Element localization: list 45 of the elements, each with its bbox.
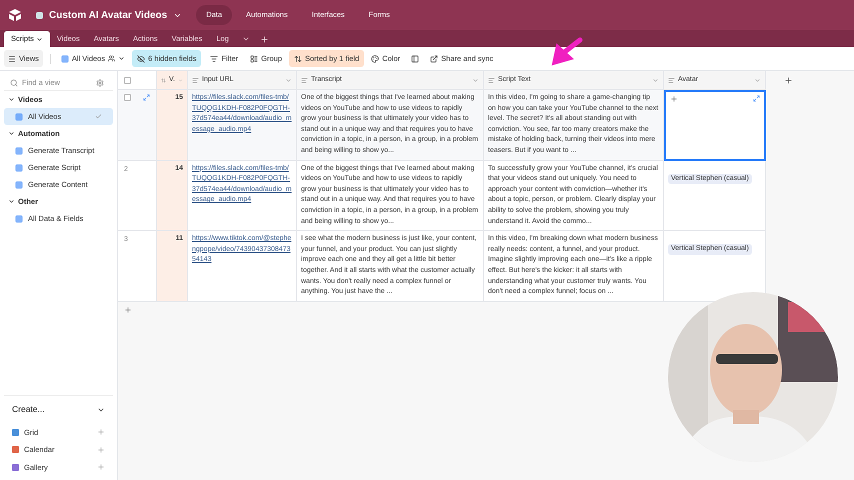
grid-icon xyxy=(15,146,23,154)
menu-icon xyxy=(8,54,16,62)
sort-icon xyxy=(294,54,302,62)
add-table-icon[interactable] xyxy=(260,35,269,44)
add-field-icon[interactable] xyxy=(784,76,792,85)
app-logo-icon[interactable] xyxy=(8,9,22,21)
chevron-icon[interactable] xyxy=(36,36,43,42)
list-icon xyxy=(250,54,258,62)
add-icon[interactable] xyxy=(670,95,678,103)
grid-icon xyxy=(15,112,23,120)
add-icon[interactable] xyxy=(97,428,105,436)
grid-icon xyxy=(15,180,23,188)
pointer-arrow-icon xyxy=(550,36,584,66)
text-field-icon xyxy=(192,76,199,84)
avatar-cell[interactable] xyxy=(664,90,766,161)
settings-icon[interactable] xyxy=(96,78,104,86)
text-field-icon xyxy=(488,76,495,84)
more-tables-icon[interactable] xyxy=(242,35,250,43)
text-field-icon xyxy=(301,76,308,84)
grid-icon xyxy=(15,214,23,222)
base-icon xyxy=(36,12,43,18)
filter-icon xyxy=(210,54,218,62)
grid-icon xyxy=(15,164,23,172)
grid-icon xyxy=(60,54,69,62)
chevron-icon xyxy=(8,130,15,137)
add-icon[interactable] xyxy=(97,446,105,454)
eye-off-icon xyxy=(137,54,146,62)
expand-icon[interactable] xyxy=(753,95,760,102)
base-name[interactable]: Custom AI Avatar Videos xyxy=(49,8,168,22)
search-icon xyxy=(10,78,18,86)
external-link-icon xyxy=(430,54,438,62)
expand-icon[interactable] xyxy=(143,94,150,101)
sort-icon xyxy=(161,76,166,84)
chevron-icon xyxy=(8,198,15,205)
text-field-icon xyxy=(668,76,675,84)
row-checkbox[interactable] xyxy=(124,94,131,101)
chevron-icon xyxy=(8,96,15,103)
select-all-checkbox[interactable] xyxy=(124,76,131,84)
add-icon[interactable] xyxy=(97,463,105,472)
check-icon xyxy=(95,113,102,120)
create-heading: Create... xyxy=(12,403,45,416)
people-icon xyxy=(108,55,116,62)
palette-icon xyxy=(371,54,380,62)
add-row-icon[interactable] xyxy=(124,306,132,314)
chevron-icon xyxy=(118,55,126,62)
